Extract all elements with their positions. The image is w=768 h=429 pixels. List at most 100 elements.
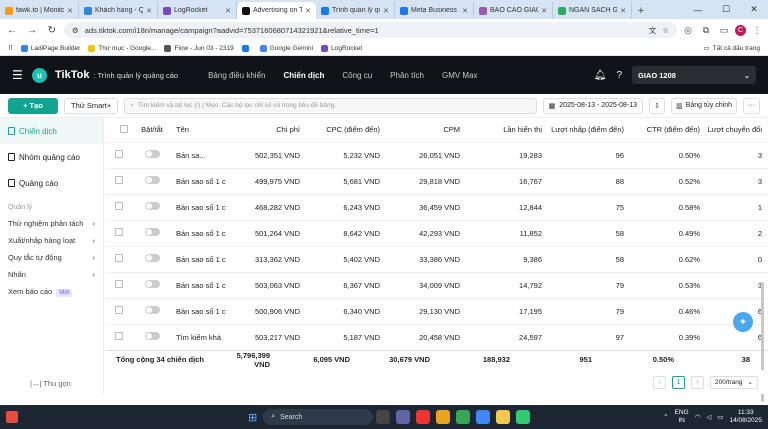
puzzle-icon[interactable]: ⧉ (699, 23, 713, 37)
table-row[interactable]: Bản sao số 1 c 499,975 VND 5,681 VND 29,818… (106, 168, 768, 195)
assistant-sparkle-icon[interactable]: ✦ (733, 312, 753, 332)
col-cpc[interactable]: CPC (điểm đến) (306, 118, 386, 143)
chat-icon[interactable] (396, 410, 411, 424)
col-cpm[interactable]: CPM (386, 118, 466, 143)
browser-tab[interactable]: Advertising on T...✕ (237, 2, 316, 19)
search-input[interactable]: ⌕ Tìm kiếm và bộ lọc (/) | Mẹo: Các bộ l… (124, 97, 537, 114)
col-ctr[interactable]: CTR (điểm đến) (630, 118, 706, 143)
row-checkbox[interactable] (106, 298, 132, 325)
row-checkbox[interactable] (106, 220, 132, 247)
site-info-icon[interactable]: ⚙ (72, 26, 79, 35)
maximize-button[interactable]: ☐ (712, 0, 740, 19)
bookmark-item[interactable]: Flow - Jun 03 - 2319 (164, 44, 234, 52)
chrome-icon[interactable] (436, 410, 451, 424)
row-checkbox[interactable] (106, 246, 132, 273)
app-icon[interactable] (516, 410, 531, 424)
chrome-icon[interactable] (416, 410, 431, 424)
extension-icon[interactable]: ◎ (681, 23, 695, 37)
hamburger-icon[interactable]: ☰ (12, 68, 26, 82)
profile-avatar[interactable]: C (735, 24, 746, 36)
close-tab-icon[interactable]: ✕ (620, 7, 626, 15)
bookmark-item[interactable]: LadiPage Builder (20, 44, 80, 52)
close-tab-icon[interactable]: ✕ (462, 7, 468, 15)
all-bookmarks[interactable]: ▭ Tất cả dấu trang (704, 44, 761, 53)
battery-icon[interactable]: ▭ (717, 413, 723, 421)
sidebar-link[interactable]: Xuất/nhập hàng loạt › (0, 232, 103, 249)
status-toggle[interactable] (132, 220, 172, 247)
next-page-button[interactable]: › (691, 375, 704, 389)
sidebar-item[interactable]: Chiến dịch (0, 118, 103, 144)
campaign-name[interactable]: Bản sao số 1 c (172, 168, 226, 195)
sidebar-link[interactable]: Xem báo cáo Mới (0, 283, 103, 300)
row-checkbox[interactable] (106, 324, 132, 351)
browser-tab[interactable]: NGÂN SÁCH GI...✕ (553, 2, 632, 19)
table-row[interactable]: Tìm kiếm khá 503,217 VND 5,187 VND 20,458 V… (106, 324, 768, 351)
row-checkbox[interactable] (106, 272, 132, 299)
campaign-name[interactable]: Bản sao số 1 c (172, 272, 226, 299)
reload-icon[interactable]: ↻ (44, 25, 60, 36)
help-icon[interactable]: ? (616, 70, 622, 81)
close-tab-icon[interactable]: ✕ (146, 7, 152, 15)
translate-icon[interactable]: 文 (649, 25, 657, 36)
create-button[interactable]: + Tạo (8, 97, 58, 114)
status-toggle[interactable] (132, 246, 172, 273)
more-button[interactable]: ··· (743, 97, 760, 114)
status-toggle[interactable] (132, 142, 172, 169)
sidebar-item[interactable]: Nhóm quảng cáo (0, 144, 103, 170)
url-field[interactable]: ⚙ ads.tiktok.com/i18n/manage/campaign?aa… (64, 22, 677, 38)
bookmark-star-icon[interactable]: ☆ (662, 26, 669, 35)
prev-page-button[interactable]: ‹ (653, 375, 666, 389)
widgets-icon[interactable] (6, 411, 18, 423)
close-window-button[interactable]: ✕ (740, 0, 768, 19)
col-conversions[interactable]: Lượt chuyển đổi (706, 118, 768, 143)
select-all-checkbox[interactable] (106, 118, 132, 143)
taskbar-search[interactable]: ⌕ Search (263, 409, 374, 425)
table-row[interactable]: Bản sao số 1 c 468,282 VND 6,243 VND 36,459… (106, 194, 768, 221)
forward-icon[interactable]: → (24, 25, 40, 36)
nav-item[interactable]: Chiến dịch (283, 71, 324, 80)
date-range-picker[interactable]: ▦ 2025-08-13 - 2025-08-13 (542, 97, 644, 114)
campaign-name[interactable]: Bản sao số 1 c (172, 220, 226, 247)
nav-item[interactable]: GMV Max (442, 71, 478, 80)
new-tab-button[interactable]: + (632, 2, 650, 19)
campaign-name[interactable]: Tìm kiếm khá (172, 324, 226, 351)
chrome-icon[interactable] (476, 410, 491, 424)
bookmark-item[interactable]: Google Gemini (259, 44, 313, 52)
nav-item[interactable]: Bảng điều khiển (208, 71, 265, 80)
browser-tab[interactable]: Meta Business S...✕ (395, 2, 474, 19)
vertical-scrollbar[interactable] (761, 120, 766, 402)
close-tab-icon[interactable]: ✕ (225, 7, 231, 15)
sidebar-link[interactable]: Quy tắc tự động › (0, 249, 103, 266)
campaign-name[interactable]: Bản sao số 1 c (172, 194, 226, 221)
taskview-icon[interactable] (376, 410, 391, 424)
table-row[interactable]: Bản sao số 1 c 501,264 VND 8,642 VND 42,293… (106, 220, 768, 247)
col-clicks[interactable]: Lượt nhấp (điểm đến) (548, 118, 630, 143)
bookmark-item[interactable]: Thư mục - Google... (88, 44, 156, 52)
clock[interactable]: 11:33 14/08/2025 (729, 409, 762, 425)
status-toggle[interactable] (132, 194, 172, 221)
sidepanel-icon[interactable]: ▭ (717, 23, 731, 37)
campaign-name[interactable]: Bản sa... (172, 142, 226, 169)
sidebar-link[interactable]: Nhãn › (0, 266, 103, 283)
table-row[interactable]: Bản sao số 1 c 313,362 VND 5,402 VND 33,386… (106, 246, 768, 273)
row-checkbox[interactable] (106, 168, 132, 195)
close-tab-icon[interactable]: ✕ (383, 7, 389, 15)
campaign-name[interactable]: Bản sao số 1 c (172, 246, 226, 273)
explorer-icon[interactable] (496, 410, 511, 424)
browser-tab[interactable]: fawk.to | Monitor...✕ (0, 2, 79, 19)
col-name[interactable]: Tên (172, 118, 226, 143)
nav-item[interactable]: Công cụ (342, 71, 372, 80)
browser-tab[interactable]: LogRocket ✕ (158, 2, 237, 19)
bell-icon[interactable]: 🔔︎ (594, 70, 607, 81)
sidebar-item[interactable]: Quảng cáo (0, 170, 103, 196)
account-switcher[interactable]: GIAO 1208 ⌄ (632, 66, 756, 84)
back-icon[interactable]: ← (4, 25, 20, 36)
wifi-icon[interactable]: ◠ (695, 413, 701, 421)
close-tab-icon[interactable]: ✕ (305, 7, 311, 15)
nav-item[interactable]: Phân tích (390, 71, 424, 80)
export-button[interactable]: ⇩ (649, 97, 666, 114)
minimize-button[interactable]: — (684, 0, 712, 19)
status-toggle[interactable] (132, 168, 172, 195)
page-1-button[interactable]: 1 (672, 375, 685, 389)
collapse-button[interactable]: |↔| Thu gọn (30, 379, 71, 388)
